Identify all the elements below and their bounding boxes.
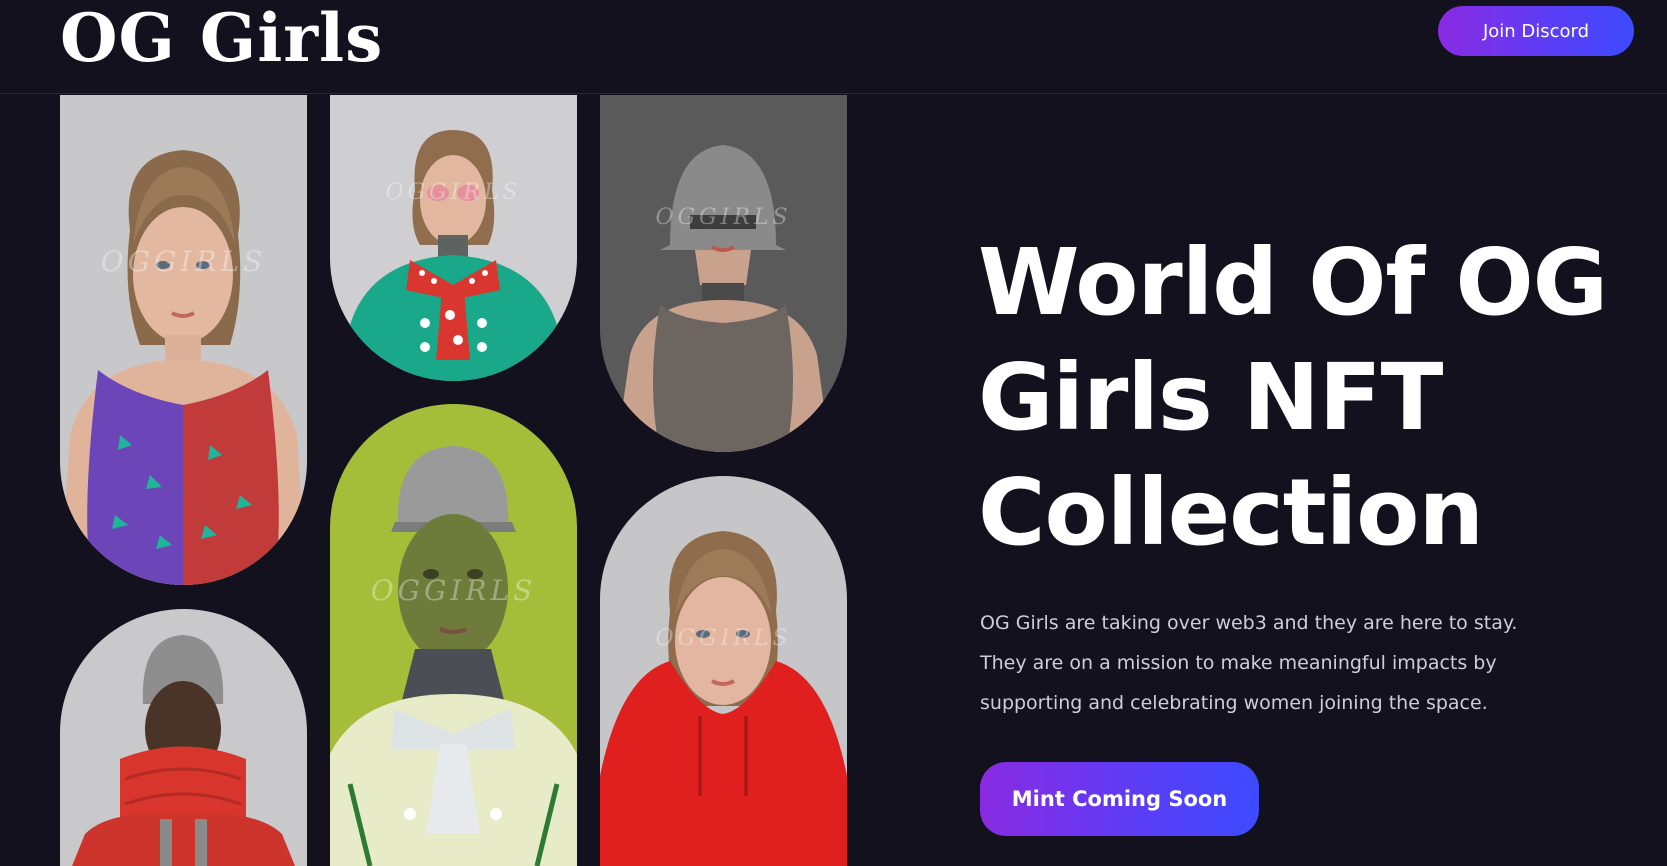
nft-card-green-mask: OGGIRLS bbox=[330, 404, 577, 866]
nft-figure-image bbox=[330, 446, 577, 866]
nft-figure-image bbox=[330, 130, 577, 381]
mint-coming-soon-button[interactable]: Mint Coming Soon bbox=[980, 762, 1259, 836]
site-logo[interactable]: OG Girls bbox=[60, 0, 383, 76]
hero-title-line: Girls NFT bbox=[978, 344, 1443, 451]
nft-figure-image bbox=[72, 635, 295, 866]
nft-card-helmet: OGGIRLS bbox=[600, 95, 847, 452]
join-discord-button[interactable]: Join Discord bbox=[1438, 6, 1634, 56]
nft-card-red-hoodie: OGGIRLS bbox=[600, 476, 847, 866]
watermark-text: OGGIRLS bbox=[655, 626, 792, 651]
watermark-text: OGGIRLS bbox=[370, 574, 537, 607]
site-header: OG Girls Join Discord bbox=[0, 0, 1667, 94]
hero-title-line: Collection bbox=[978, 459, 1484, 566]
nft-card-patterned-dress: OGGIRLS bbox=[60, 95, 307, 585]
nft-figure-image bbox=[616, 145, 830, 452]
nft-card-puffer-jacket bbox=[60, 609, 307, 866]
watermark-text: OGGIRLS bbox=[385, 180, 522, 205]
hero-title: World Of OG Girls NFT Collection bbox=[978, 225, 1618, 570]
nft-figure-image bbox=[600, 531, 847, 866]
watermark-text: OGGIRLS bbox=[100, 245, 267, 278]
nft-figure-image bbox=[60, 150, 307, 585]
hero-description: OG Girls are taking over web3 and they a… bbox=[980, 612, 1518, 714]
nft-gallery: OGGIRLS OGGIRLS OGGIRLS OGGIRLS OGGIRLS bbox=[0, 95, 860, 866]
watermark-text: OGGIRLS bbox=[655, 205, 792, 230]
page: OG Girls Join Discord OGGIRLS OGGIRLS OG… bbox=[0, 0, 1667, 866]
nft-card-sunglasses-bowtie: OGGIRLS bbox=[330, 95, 577, 381]
hero-title-line: World Of OG bbox=[978, 229, 1608, 336]
